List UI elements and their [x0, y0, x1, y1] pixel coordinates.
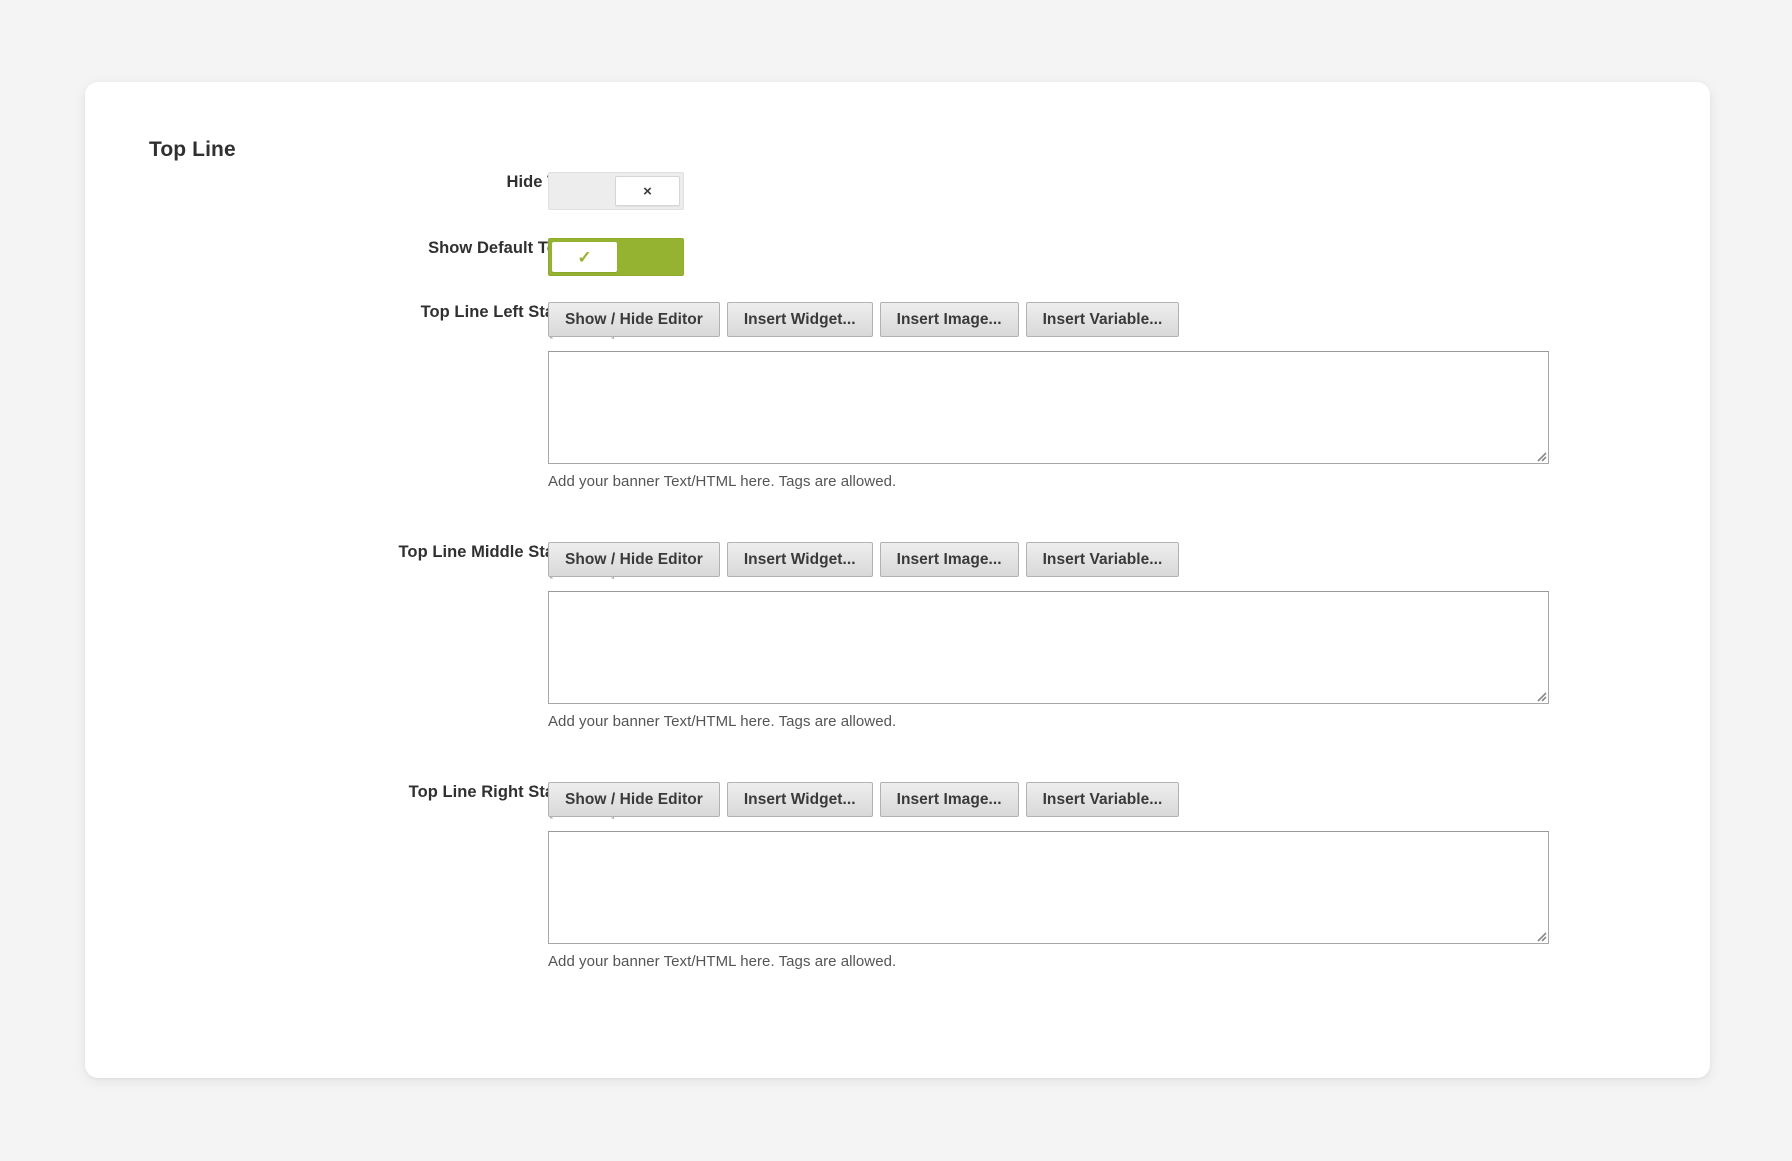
- editor-toolbar-top-line-middle: Show / Hide Editor Insert Widget... Inse…: [548, 542, 1549, 577]
- field-control-top-line-middle: Show / Hide Editor Insert Widget... Inse…: [548, 542, 1549, 730]
- field-label-group-top-line-middle: Top Line Middle Static Html [store view]: [85, 542, 615, 580]
- field-label-group-top-line-left: Top Line Left Static Html [store view]: [85, 302, 615, 340]
- field-control-hide-top-line: ×: [548, 172, 684, 210]
- textarea-wrap-top-line-middle: [548, 591, 1549, 704]
- insert-image-button[interactable]: Insert Image...: [879, 542, 1019, 577]
- editor-toolbar-top-line-right: Show / Hide Editor Insert Widget... Inse…: [548, 782, 1549, 817]
- field-label-top-line-middle: Top Line Middle Static Html: [398, 543, 615, 561]
- field-control-top-line-left: Show / Hide Editor Insert Widget... Inse…: [548, 302, 1549, 490]
- show-hide-editor-button[interactable]: Show / Hide Editor: [548, 542, 720, 577]
- toggle-show-default-top-links[interactable]: ✓: [548, 238, 684, 276]
- field-control-show-default-top-links: ✓: [548, 238, 684, 276]
- field-scope-hide-top-line: [store view]: [85, 194, 615, 210]
- field-scope-top-line-right: [store view]: [85, 804, 615, 820]
- show-hide-editor-button[interactable]: Show / Hide Editor: [548, 782, 720, 817]
- insert-widget-button[interactable]: Insert Widget...: [726, 542, 873, 577]
- settings-card: Top Line Hide Top Line [store view] × Sh…: [85, 82, 1710, 1078]
- editor-toolbar-top-line-left: Show / Hide Editor Insert Widget... Inse…: [548, 302, 1549, 337]
- insert-variable-button[interactable]: Insert Variable...: [1025, 542, 1180, 577]
- page-title: Top Line: [149, 138, 236, 161]
- insert-variable-button[interactable]: Insert Variable...: [1025, 782, 1180, 817]
- textarea-wrap-top-line-right: [548, 831, 1549, 944]
- field-label-top-line-right: Top Line Right Static Html: [408, 783, 615, 801]
- helper-text-top-line-left: Add your banner Text/HTML here. Tags are…: [548, 473, 897, 490]
- toggle-hide-top-line[interactable]: ×: [548, 172, 684, 210]
- insert-image-button[interactable]: Insert Image...: [879, 782, 1019, 817]
- insert-image-button[interactable]: Insert Image...: [879, 302, 1019, 337]
- helper-text-top-line-right: Add your banner Text/HTML here. Tags are…: [548, 953, 897, 970]
- cross-icon: ×: [643, 182, 652, 200]
- insert-widget-button[interactable]: Insert Widget...: [726, 782, 873, 817]
- field-label-group-show-default-top-links: Show Default Top Links [store view]: [85, 238, 615, 276]
- field-scope-top-line-left: [store view]: [85, 324, 615, 340]
- insert-variable-button[interactable]: Insert Variable...: [1025, 302, 1180, 337]
- field-label-group-hide-top-line: Hide Top Line [store view]: [85, 172, 615, 210]
- helper-text-top-line-middle: Add your banner Text/HTML here. Tags are…: [548, 713, 897, 730]
- field-scope-top-line-middle: [store view]: [85, 564, 615, 580]
- field-scope-show-default-top-links: [store view]: [85, 260, 615, 276]
- check-icon: ✓: [577, 247, 592, 267]
- toggle-knob-show-default-top-links: ✓: [552, 242, 617, 272]
- textarea-wrap-top-line-left: [548, 351, 1549, 464]
- page-root: Top Line Hide Top Line [store view] × Sh…: [0, 0, 1792, 1161]
- field-control-top-line-right: Show / Hide Editor Insert Widget... Inse…: [548, 782, 1549, 970]
- show-hide-editor-button[interactable]: Show / Hide Editor: [548, 302, 720, 337]
- field-label-show-default-top-links: Show Default Top Links: [428, 239, 615, 257]
- textarea-top-line-middle[interactable]: [548, 591, 1549, 704]
- toggle-knob-hide-top-line: ×: [615, 176, 680, 206]
- textarea-top-line-left[interactable]: [548, 351, 1549, 464]
- insert-widget-button[interactable]: Insert Widget...: [726, 302, 873, 337]
- field-label-top-line-left: Top Line Left Static Html: [420, 303, 615, 321]
- field-label-group-top-line-right: Top Line Right Static Html [store view]: [85, 782, 615, 820]
- field-label-hide-top-line: Hide Top Line: [506, 173, 614, 191]
- textarea-top-line-right[interactable]: [548, 831, 1549, 944]
